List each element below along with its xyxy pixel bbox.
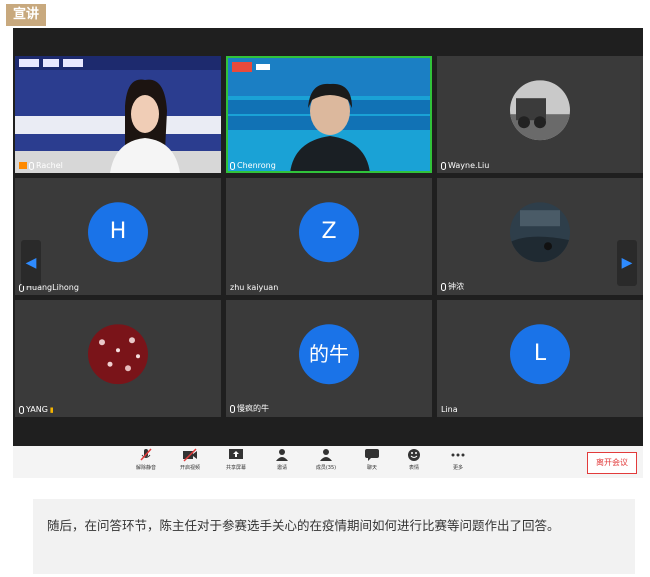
participant-tile-chenrong[interactable]: Chenrong bbox=[226, 56, 432, 173]
previous-page-arrow[interactable]: ◀ bbox=[21, 240, 41, 286]
participant-tile-lina[interactable]: L Lina bbox=[437, 300, 643, 417]
mic-icon bbox=[19, 405, 24, 414]
smiley-icon bbox=[408, 449, 420, 461]
participant-name-label: 钟浓 bbox=[441, 281, 464, 292]
participant-grid: Rachel Chenrong Wayne.Liu H HuangLihong … bbox=[15, 56, 643, 440]
participant-name-label: 慢疯的牛 bbox=[230, 403, 269, 414]
participant-name-label: Lina bbox=[441, 405, 458, 414]
participant-tile-zhong-nong[interactable]: 钟浓 bbox=[437, 178, 643, 295]
invite-icon bbox=[276, 449, 288, 461]
avatar-photo bbox=[510, 79, 570, 140]
members-button[interactable]: 成员(35) bbox=[309, 448, 343, 471]
next-page-arrow[interactable]: ▶ bbox=[617, 240, 637, 286]
participant-tile-wayne-liu[interactable]: Wayne.Liu bbox=[437, 56, 643, 173]
mic-icon bbox=[441, 282, 446, 291]
members-icon bbox=[320, 449, 332, 461]
chat-button[interactable]: 聊天 bbox=[355, 448, 389, 471]
avatar: 的牛 bbox=[299, 323, 359, 384]
avatar: H bbox=[88, 201, 148, 262]
more-button[interactable]: 更多 bbox=[441, 448, 475, 471]
participant-tile-zhu-kaiyuan[interactable]: Z zhu kaiyuan bbox=[226, 178, 432, 295]
mic-icon bbox=[29, 161, 34, 170]
chat-icon bbox=[365, 449, 379, 461]
participant-name-label: YANG ▮ bbox=[19, 405, 54, 414]
section-tag: 宣讲 bbox=[6, 4, 46, 26]
share-screen-icon bbox=[229, 449, 243, 459]
start-video-button[interactable]: 开启视频 bbox=[173, 448, 207, 471]
host-icon bbox=[19, 162, 27, 169]
rachel-video-feed bbox=[15, 56, 221, 173]
participant-name-label: zhu kaiyuan bbox=[230, 283, 279, 292]
chenrong-video-feed bbox=[226, 56, 432, 173]
meeting-toolbar: 解除静音 开启视频 共享屏幕 邀请 成员(35) 聊天 表情 更多 离开会议 bbox=[13, 446, 643, 478]
leave-meeting-button[interactable]: 离开会议 bbox=[587, 452, 637, 474]
avatar: L bbox=[510, 323, 570, 384]
unmute-button[interactable]: 解除静音 bbox=[129, 448, 163, 471]
mic-icon bbox=[441, 161, 446, 170]
avatar: Z bbox=[299, 201, 359, 262]
participant-name-label: Rachel bbox=[19, 161, 63, 170]
participant-name-label: Chenrong bbox=[230, 161, 276, 170]
camera-off-icon bbox=[183, 448, 197, 462]
invite-button[interactable]: 邀请 bbox=[265, 448, 299, 471]
avatar-photo bbox=[510, 201, 570, 262]
muted-mic-icon bbox=[140, 448, 152, 461]
mic-icon bbox=[230, 404, 235, 413]
participant-tile-man-feng-de-niu[interactable]: 的牛 慢疯的牛 bbox=[226, 300, 432, 417]
participant-tile-rachel[interactable]: Rachel bbox=[15, 56, 221, 173]
reactions-button[interactable]: 表情 bbox=[397, 448, 431, 471]
article-caption: 随后，在问答环节，陈主任对于参赛选手关心的在疫情期间如何进行比赛等问题作出了回答… bbox=[33, 499, 635, 574]
signal-icon: ▮ bbox=[49, 405, 54, 414]
participant-name-label: Wayne.Liu bbox=[441, 161, 489, 170]
avatar-photo bbox=[88, 323, 148, 384]
participant-tile-yang[interactable]: YANG ▮ bbox=[15, 300, 221, 417]
participant-tile-huanglihong[interactable]: H HuangLihong bbox=[15, 178, 221, 295]
share-screen-button[interactable]: 共享屏幕 bbox=[219, 448, 253, 471]
mic-icon bbox=[230, 161, 235, 170]
caption-text: 随后，在问答环节，陈主任对于参赛选手关心的在疫情期间如何进行比赛等问题作出了回答… bbox=[47, 518, 560, 533]
video-meeting-window: Rachel Chenrong Wayne.Liu H HuangLihong … bbox=[13, 28, 643, 478]
more-dots-icon bbox=[451, 453, 465, 457]
